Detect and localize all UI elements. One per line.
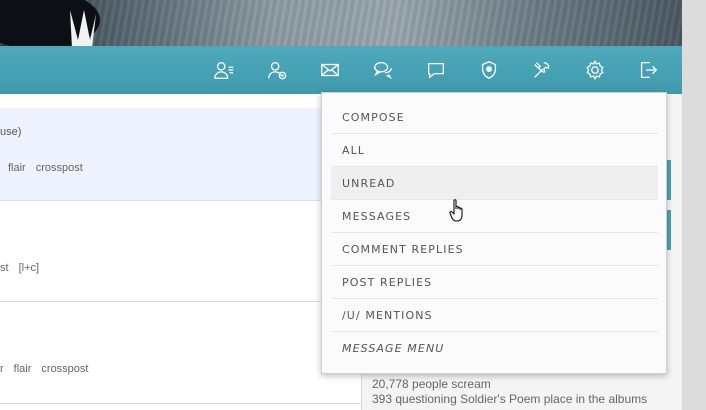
tools-icon[interactable] [530,58,554,82]
menu-footer-label: MESSAGE MENU [342,342,445,355]
chat-bubbles-icon[interactable] [371,58,395,82]
logout-icon[interactable] [636,58,660,82]
menu-item-all[interactable]: ALL [331,134,658,167]
subscriber-count: 20,778 people scream [372,377,491,391]
window-gutter [682,0,706,410]
header-banner [0,0,682,46]
menu-item-unread[interactable]: UNREAD [331,167,658,200]
menu-item-comment-replies[interactable]: COMMENT REPLIES [331,233,658,266]
post-item[interactable]: st [l+c] [0,201,362,302]
post-action-link[interactable]: st [0,262,9,274]
flair-link[interactable]: flair [14,363,32,375]
post-actions: st [l+c] [0,262,49,274]
menu-item-compose[interactable]: COMPOSE [331,101,658,134]
gear-icon[interactable] [583,58,607,82]
mail-icon[interactable] [318,58,342,82]
menu-item-post-replies[interactable]: POST REPLIES [331,266,658,299]
post-item[interactable]: r flair crosspost [0,302,362,404]
menu-item-mentions[interactable]: /U/ MENTIONS [331,299,658,332]
link-comment-toggle[interactable]: [l+c] [19,262,39,274]
flair-link[interactable]: flair [8,162,26,174]
post-actions: r flair crosspost [0,363,98,375]
hand-cursor-icon [449,199,463,222]
crosspost-link[interactable]: crosspost [36,162,83,174]
post-actions: flair crosspost [8,162,93,174]
mail-dropdown-menu: COMPOSE ALL UNREAD MESSAGES COMMENT REPL… [321,92,667,374]
banner-figure-image [0,0,100,46]
crosspost-link[interactable]: crosspost [41,363,88,375]
active-users-count: 393 questioning Soldier's Poem place in … [372,392,648,406]
menu-item-messages[interactable]: MESSAGES [331,200,658,233]
post-action-link[interactable]: r [0,363,4,375]
post-item[interactable]: use) flair crosspost [0,108,362,201]
profile-icon[interactable] [212,58,236,82]
post-feed: use) flair crosspost st [l+c] r flair crossp… [0,94,362,410]
comment-icon[interactable] [424,58,448,82]
post-tagline: use) [0,126,22,138]
top-navbar [0,46,682,94]
friends-icon[interactable] [265,58,289,82]
shield-icon[interactable] [477,58,501,82]
